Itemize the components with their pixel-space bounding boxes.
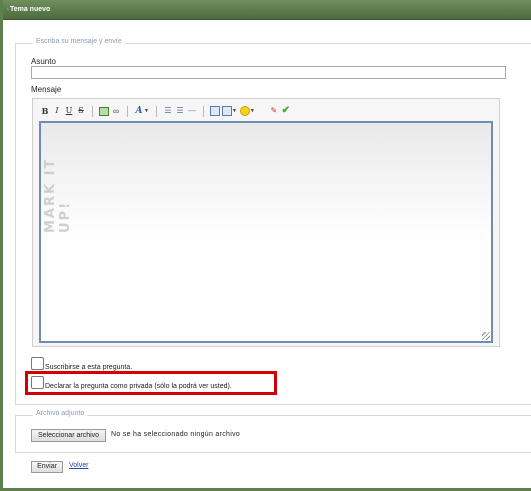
clean-format-icon[interactable]: ✎ bbox=[268, 105, 280, 117]
chevron-down-icon[interactable]: ▼ bbox=[232, 108, 237, 114]
markitup-watermark: MARK IT UP! bbox=[43, 157, 73, 233]
numbered-list-icon[interactable]: ☰ bbox=[174, 105, 186, 117]
message-fieldset-legend: Escriba su mensaje y envíe bbox=[33, 38, 125, 45]
insert-media-icon[interactable] bbox=[221, 106, 232, 116]
back-link[interactable]: Volver bbox=[69, 462, 88, 469]
bulleted-list-icon[interactable]: ☰ bbox=[162, 105, 174, 117]
toolbar-separator bbox=[155, 105, 157, 117]
private-label: Declarar la pregunta como privada (sólo … bbox=[45, 383, 232, 390]
attachment-legend: Archivo adjunto bbox=[33, 410, 88, 417]
editor-toolbar: B I U S ∞ A ▼ ☰ ☰ — ▼ ▼ ✎ ✔ bbox=[33, 103, 499, 119]
window-title-bar: ∙Tema nuevo bbox=[3, 0, 531, 20]
insert-image-icon[interactable] bbox=[99, 106, 109, 116]
chevron-down-icon[interactable]: ▼ bbox=[144, 108, 149, 114]
preview-check-icon[interactable]: ✔ bbox=[280, 105, 292, 117]
message-textarea[interactable]: MARK IT UP! bbox=[39, 121, 493, 343]
insert-picture-icon[interactable] bbox=[209, 106, 220, 116]
window-title: Tema nuevo bbox=[9, 6, 51, 13]
toolbar-separator bbox=[202, 105, 204, 117]
bold-button[interactable]: B bbox=[39, 105, 51, 117]
private-checkbox[interactable] bbox=[31, 376, 44, 389]
submit-button[interactable]: Enviar bbox=[31, 461, 63, 473]
horizontal-rule-icon[interactable]: — bbox=[186, 105, 198, 117]
subject-input[interactable] bbox=[31, 66, 506, 79]
toolbar-separator bbox=[262, 106, 263, 117]
toolbar-separator bbox=[92, 105, 93, 117]
message-label: Mensaje bbox=[31, 85, 62, 94]
file-status-text: No se ha seleccionado ningún archivo bbox=[111, 431, 241, 438]
italic-button[interactable]: I bbox=[51, 105, 63, 117]
underline-button[interactable]: U bbox=[63, 105, 75, 117]
smiley-icon[interactable] bbox=[239, 106, 250, 116]
toolbar-separator bbox=[127, 105, 128, 117]
rich-text-editor: B I U S ∞ A ▼ ☰ ☰ — ▼ ▼ ✎ ✔ MARK IT UP! bbox=[32, 98, 500, 347]
subscribe-label: Suscribirse a esta pregunta. bbox=[45, 364, 133, 371]
insert-link-icon[interactable]: ∞ bbox=[110, 105, 122, 117]
subscribe-checkbox[interactable] bbox=[31, 357, 44, 370]
choose-file-button[interactable]: Seleccionar archivo bbox=[31, 429, 106, 442]
subject-label: Asunto bbox=[31, 57, 56, 66]
chevron-down-icon[interactable]: ▼ bbox=[250, 108, 255, 114]
form-window: ∙Tema nuevo Escriba su mensaje y envíe A… bbox=[0, 0, 531, 491]
strikethrough-button[interactable]: S bbox=[75, 105, 87, 117]
resize-handle[interactable] bbox=[482, 332, 490, 340]
title-bullet: ∙ bbox=[7, 6, 9, 13]
